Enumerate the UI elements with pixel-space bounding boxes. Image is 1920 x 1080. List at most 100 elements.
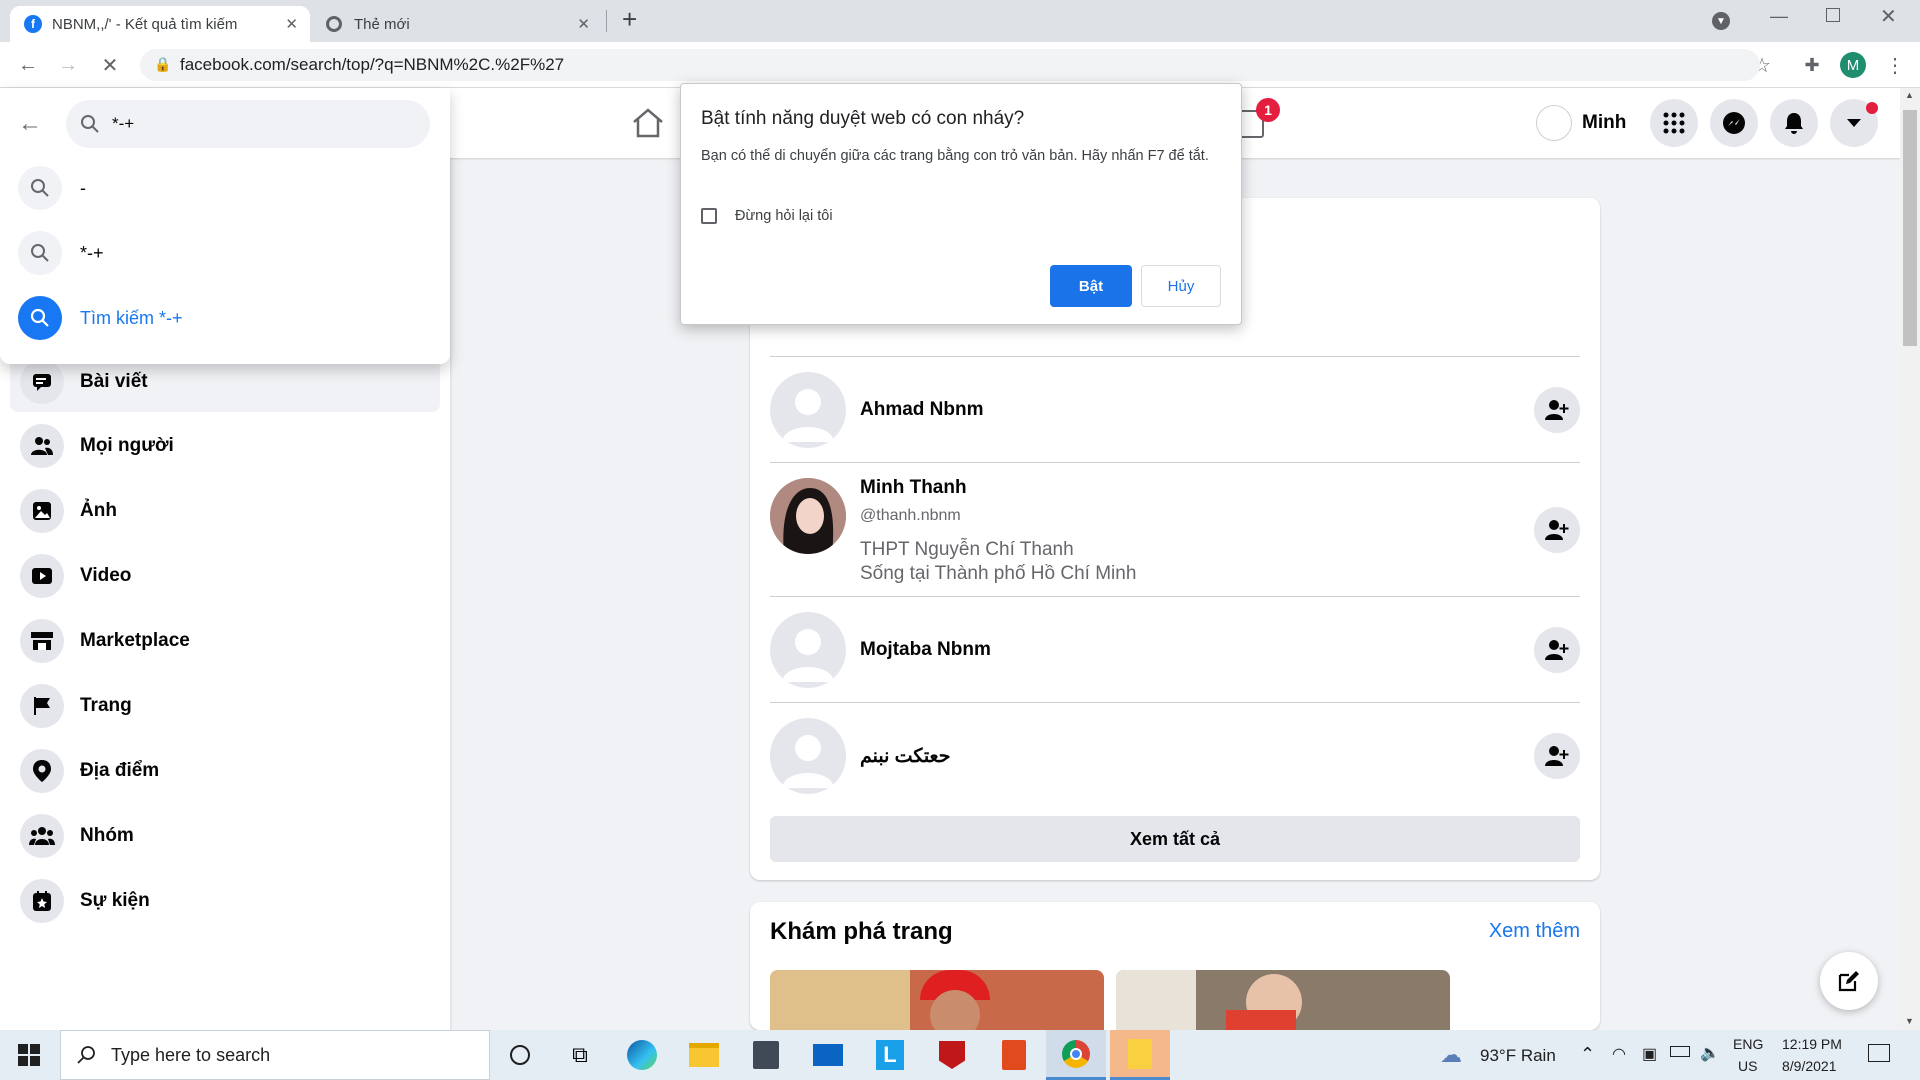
close-tab-icon[interactable]: ✕ xyxy=(285,15,298,33)
sidebar-item-groups[interactable]: Nhóm xyxy=(10,806,440,866)
tab-new[interactable]: Thẻ mới ✕ xyxy=(312,6,602,42)
suggestion-text: - xyxy=(80,177,86,198)
enable-button[interactable]: Bật xyxy=(1050,265,1132,307)
person-result[interactable]: Mojtaba Nbnm xyxy=(770,596,1580,702)
profile-avatar[interactable]: M xyxy=(1840,52,1866,78)
back-icon[interactable]: ← xyxy=(12,42,44,88)
scrollbar-thumb[interactable] xyxy=(1903,110,1917,346)
browser-menu-icon[interactable]: ⋮ xyxy=(1880,42,1910,88)
dont-ask-checkbox-row[interactable]: Đừng hỏi lại tôi xyxy=(701,208,833,224)
avatar xyxy=(770,612,846,688)
stop-loading-icon[interactable]: ✕ xyxy=(94,42,126,88)
scroll-down-icon[interactable]: ▼ xyxy=(1905,1016,1914,1026)
close-tab-icon[interactable]: ✕ xyxy=(577,15,590,33)
search-query: *-+ xyxy=(112,114,135,133)
mcafee-icon[interactable] xyxy=(922,1030,982,1080)
dialog-body: Bạn có thể di chuyển giữa các trang bằng… xyxy=(701,148,1209,164)
battery-icon[interactable] xyxy=(1670,1046,1690,1057)
search-all-suggestion[interactable]: Tìm kiếm *-+ xyxy=(18,296,183,340)
tab-strip: f NBNM,,/' - Kết quả tìm kiếm ✕ Thẻ mới … xyxy=(0,0,1920,42)
input-region: US xyxy=(1738,1058,1758,1074)
page-thumbnail[interactable] xyxy=(770,970,1104,1030)
page-thumbnail[interactable] xyxy=(1116,970,1450,1030)
file-explorer-icon[interactable] xyxy=(674,1030,734,1080)
forward-icon[interactable]: → xyxy=(52,42,84,88)
facebook-favicon-icon: f xyxy=(24,15,42,33)
network-icon[interactable]: ◠ xyxy=(1612,1044,1626,1064)
hidden-icons-chevron-icon[interactable]: ⌃ xyxy=(1580,1044,1595,1065)
marketplace-icon xyxy=(20,619,64,663)
profile-chip[interactable]: Minh xyxy=(1536,100,1626,146)
add-friend-icon[interactable] xyxy=(1534,387,1580,433)
device-icon[interactable]: ▣ xyxy=(1642,1044,1657,1064)
avatar xyxy=(770,718,846,794)
sidebar-item-pages[interactable]: Trang xyxy=(10,676,440,736)
windows-start-icon[interactable] xyxy=(18,1044,40,1071)
search-input[interactable]: *-+ xyxy=(66,100,430,148)
person-result[interactable]: Ahmad Nbnm xyxy=(770,356,1580,462)
cancel-button[interactable]: Hủy xyxy=(1141,265,1221,307)
add-friend-icon[interactable] xyxy=(1534,733,1580,779)
minimize-icon[interactable]: — xyxy=(1770,6,1788,27)
person-name[interactable]: Ahmad Nbnm xyxy=(860,399,984,421)
notifications-bell-icon[interactable] xyxy=(1770,99,1818,147)
photos-app-icon[interactable] xyxy=(1110,1030,1170,1080)
caret-browsing-dialog: Bật tính năng duyệt web có con nháy? Bạn… xyxy=(680,83,1242,325)
person-name[interactable]: حعتکت نبنم xyxy=(860,745,950,768)
task-view-icon[interactable]: ⧉ xyxy=(550,1030,610,1080)
cortana-icon[interactable] xyxy=(490,1030,550,1080)
scroll-up-icon[interactable]: ▲ xyxy=(1905,90,1914,100)
clock-time[interactable]: 12:19 PM xyxy=(1782,1036,1842,1052)
explore-pages-card: Khám phá trang Xem thêm xyxy=(750,902,1600,1030)
sidebar-item-video[interactable]: Video xyxy=(10,546,440,606)
input-language[interactable]: ENG xyxy=(1733,1036,1763,1052)
sidebar-item-events[interactable]: Sự kiện xyxy=(10,871,440,931)
person-name[interactable]: Minh Thanh xyxy=(860,477,967,499)
back-arrow-icon[interactable]: ← xyxy=(18,110,42,138)
messenger-icon[interactable] xyxy=(1710,99,1758,147)
chrome-taskbar-icon[interactable] xyxy=(1046,1030,1106,1080)
restore-icon[interactable] xyxy=(1826,8,1840,22)
people-icon xyxy=(20,424,64,468)
menu-grid-icon[interactable] xyxy=(1650,99,1698,147)
action-center-icon[interactable] xyxy=(1868,1044,1890,1062)
close-window-icon[interactable]: ✕ xyxy=(1880,4,1897,29)
photos-icon xyxy=(20,489,64,533)
address-bar[interactable]: 🔒 facebook.com/search/top/?q=NBNM%2C.%2F… xyxy=(140,49,1760,81)
edge-icon[interactable] xyxy=(612,1030,672,1080)
new-message-button[interactable] xyxy=(1820,952,1878,1010)
sidebar-item-label: Mọi người xyxy=(80,435,174,456)
lingoes-icon[interactable]: L xyxy=(860,1030,920,1080)
add-friend-icon[interactable] xyxy=(1534,507,1580,553)
store-icon[interactable] xyxy=(736,1030,796,1080)
tab-search-icon[interactable]: ▼ xyxy=(1712,12,1730,30)
sidebar-item-marketplace[interactable]: Marketplace xyxy=(10,611,440,671)
page-scrollbar[interactable]: ▲ ▼ xyxy=(1900,88,1920,1030)
sidebar-item-people[interactable]: Mọi người xyxy=(10,416,440,476)
tab-search-results[interactable]: f NBNM,,/' - Kết quả tìm kiếm ✕ xyxy=(10,6,310,42)
search-suggestion[interactable]: - xyxy=(18,166,86,210)
person-result[interactable]: Minh Thanh @thanh.nbnm THPT Nguyễn Chí T… xyxy=(770,462,1580,596)
volume-icon[interactable]: 🔈 xyxy=(1700,1043,1720,1063)
office-icon[interactable] xyxy=(984,1030,1044,1080)
person-result[interactable]: حعتکت نبنم xyxy=(770,702,1580,808)
search-icon xyxy=(18,166,62,210)
person-name[interactable]: Mojtaba Nbnm xyxy=(860,639,991,661)
sidebar-item-places[interactable]: Địa điểm xyxy=(10,741,440,801)
see-all-button[interactable]: Xem tất cả xyxy=(770,816,1580,862)
clock-date: 8/9/2021 xyxy=(1782,1058,1837,1074)
sidebar-item-photos[interactable]: Ảnh xyxy=(10,481,440,541)
see-more-link[interactable]: Xem thêm xyxy=(1489,920,1580,943)
search-dropdown: ← *-+ - *-+ Tìm kiếm *-+ xyxy=(0,88,450,364)
extensions-icon[interactable]: ✚ xyxy=(1796,42,1828,88)
events-icon xyxy=(20,879,64,923)
new-tab-button[interactable]: + xyxy=(622,4,637,35)
weather-text[interactable]: 93°F Rain xyxy=(1480,1046,1556,1066)
dont-ask-checkbox[interactable] xyxy=(701,208,717,224)
search-suggestion[interactable]: *-+ xyxy=(18,231,104,275)
taskbar-search-box[interactable]: Type here to search xyxy=(60,1030,490,1080)
add-friend-icon[interactable] xyxy=(1534,627,1580,673)
compose-icon xyxy=(1838,971,1859,992)
mail-icon[interactable] xyxy=(798,1030,858,1080)
home-icon[interactable] xyxy=(630,106,670,142)
